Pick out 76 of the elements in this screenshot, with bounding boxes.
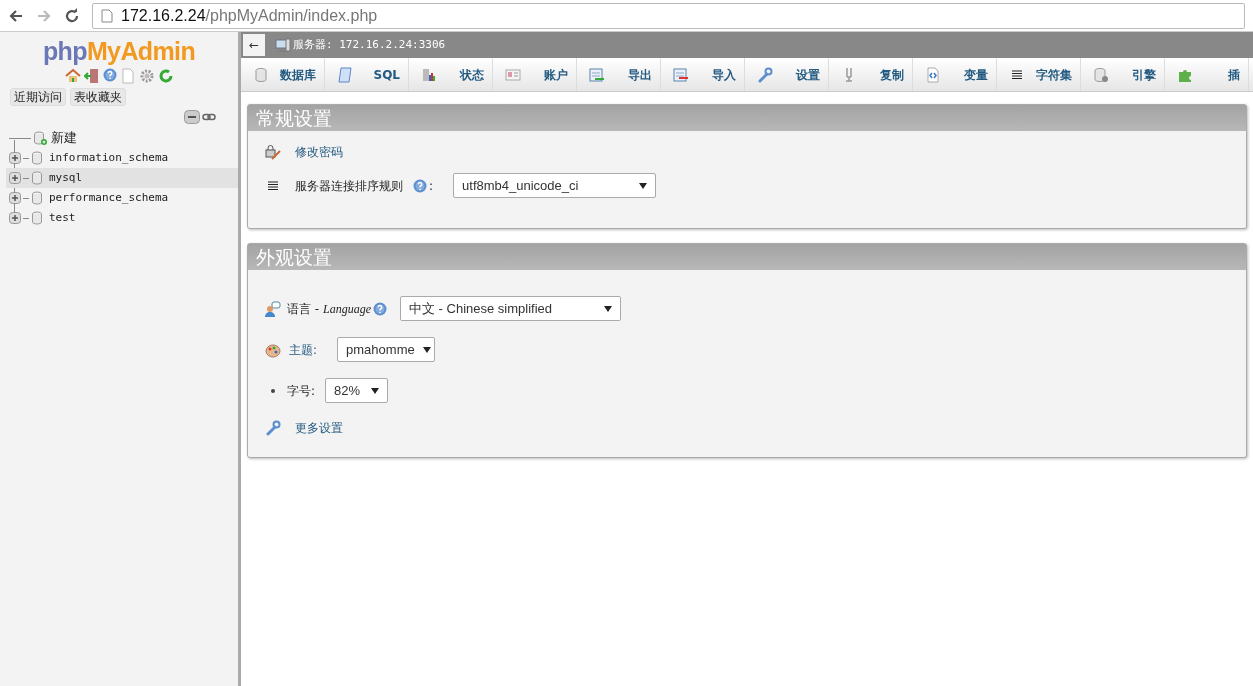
scroll-icon [337,66,353,83]
tree-item[interactable]: performance_schema [6,188,238,208]
tree-item[interactable]: mysql [6,168,238,188]
database-icon [31,191,45,205]
database-icon [253,66,269,83]
collation-label: 服务器连接排序规则 [295,177,403,195]
tree-item[interactable]: test [6,208,238,228]
collapse-all-icon[interactable] [184,110,200,124]
reload-icon[interactable] [64,7,80,24]
expand-icon[interactable] [9,152,21,164]
new-database-icon [33,131,47,145]
menu-tab[interactable]: 插 [1165,58,1249,91]
font-size-select[interactable]: 82% [325,378,389,403]
panel-title: 外观设置 [256,244,332,270]
menu-tab[interactable]: 导出 [577,58,661,91]
palette-icon [265,341,281,358]
menu-tab[interactable]: SQL [325,58,409,91]
forward-icon[interactable] [36,7,52,24]
server-icon [275,37,291,53]
id-card-icon [505,66,521,83]
menu-tab[interactable]: 复制 [829,58,913,91]
panel-title: 常规设置 [256,105,332,131]
menu-tab[interactable]: 账户 [493,58,577,91]
tree-item[interactable]: 新建 [6,128,238,148]
back-icon[interactable] [8,7,24,24]
address-bar[interactable]: 172.16.2.24/phpMyAdmin/index.php [92,2,1245,29]
bar-chart-icon [421,66,437,83]
database-gear-icon [1093,66,1109,83]
dropdown-caret-icon [603,305,612,312]
help-icon[interactable] [102,68,117,82]
database-icon [31,151,45,165]
menu-tab[interactable]: 变量 [913,58,997,91]
logo[interactable]: phpMyAdmin [42,36,196,66]
export-icon [589,66,605,83]
home-icon[interactable] [64,68,81,84]
dropdown-caret-icon [422,346,431,353]
collapse-sidebar-button[interactable]: ← [243,34,265,56]
import-icon [673,66,689,83]
help-icon[interactable] [413,178,427,193]
expand-icon[interactable] [9,192,21,204]
settings-icon[interactable] [138,68,155,84]
collation-select[interactable]: utf8mb4_unicode_ci [453,173,657,198]
database-icon [31,171,45,185]
help-icon[interactable] [372,301,387,316]
expand-icon[interactable] [9,172,21,184]
sidebar-tab-button[interactable]: 近期访问 [10,88,66,106]
menu-tab[interactable]: 设置 [745,58,829,91]
tree-item[interactable]: information_schema [6,148,238,168]
menu-tab[interactable]: 数据库 [241,58,325,91]
menu-tab[interactable]: 字符集 [997,58,1081,91]
code-file-icon [925,66,941,83]
theme-link[interactable]: 主题: [289,340,318,359]
language-label: 语言 - Language [287,300,371,318]
server-link[interactable]: 服务器: 172.16.2.24:3306 [293,36,446,54]
page-icon [101,8,113,23]
dropdown-caret-icon [371,387,380,394]
menu-tab[interactable]: 状态 [409,58,493,91]
sidebar-tab-button[interactable]: 表收藏夹 [70,88,126,106]
font-size-label: 字号: [287,382,316,400]
language-select[interactable]: 中文 - Chinese simplified [399,296,621,321]
wrench-icon [265,420,281,436]
change-password-link[interactable]: 修改密码 [295,143,343,161]
person-speech-icon [265,300,281,317]
door-exit-icon[interactable] [83,68,100,84]
wrench-icon [757,66,773,83]
expand-icon[interactable] [9,212,21,224]
menu-tab[interactable]: 导入 [661,58,745,91]
bullet-icon [271,388,275,393]
database-icon [31,211,45,225]
more-settings-link[interactable]: 更多设置 [295,419,343,437]
lock-pencil-icon [265,144,281,160]
colon-text: : [429,177,434,195]
dropdown-caret-icon [639,182,648,189]
theme-select[interactable]: pmahomme [337,337,436,362]
menu-tab[interactable]: 引擎 [1081,58,1165,91]
url-text: 172.16.2.24/phpMyAdmin/index.php [121,5,378,26]
